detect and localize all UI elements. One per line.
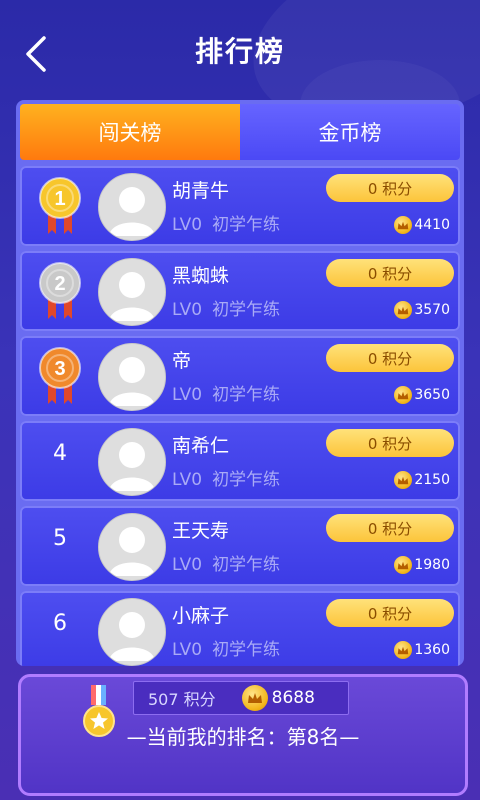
coin-count: 1360 [394, 639, 450, 661]
leaderboard-row[interactable]: 4 南希仁 LV0 初学乍练 0 积分 2150 [20, 421, 460, 501]
coin-value: 2150 [414, 472, 450, 488]
player-level: LV0 初学乍练 [172, 550, 290, 575]
medal-rank: 1 [54, 188, 65, 210]
coin-value: 1980 [414, 557, 450, 573]
coin-icon [394, 386, 413, 404]
leaderboard-panel: 闯关榜 金币榜 1 胡青牛 LV0 初学乍练 0 积分 4410 2 黑蜘蛛 L… [16, 100, 464, 666]
score-badge: 0 积分 [326, 344, 454, 372]
user-avatar-icon [109, 442, 155, 491]
level-title: 初学乍练 [212, 470, 281, 490]
coin-count: 1980 [394, 554, 450, 576]
level-title: 初学乍练 [212, 640, 281, 660]
avatar [98, 598, 166, 666]
tab-bar: 闯关榜 金币榜 [20, 104, 460, 160]
coin-value: 4410 [414, 217, 450, 233]
coin-icon [394, 556, 413, 574]
user-avatar-icon [109, 187, 155, 236]
level-value: LV0 [172, 470, 203, 490]
page-title: 排行榜 [194, 35, 285, 68]
score-badge: 0 积分 [326, 429, 454, 457]
level-title: 初学乍练 [212, 385, 281, 405]
tab-level-ranking[interactable]: 闯关榜 [20, 104, 240, 160]
my-score: 507 积分 [148, 690, 216, 709]
level-value: LV0 [172, 215, 203, 235]
leaderboard-row[interactable]: 5 王天寿 LV0 初学乍练 0 积分 1980 [20, 506, 460, 586]
player-level: LV0 初学乍练 [172, 295, 290, 320]
player-level: LV0 初学乍练 [172, 380, 290, 405]
player-name: 胡青牛 [172, 180, 230, 202]
level-value: LV0 [172, 640, 203, 660]
coin-count: 2150 [394, 469, 450, 491]
leaderboard-row[interactable]: 6 小麻子 LV0 初学乍练 0 积分 1360 [20, 591, 460, 666]
player-level: LV0 初学乍练 [172, 635, 290, 660]
user-avatar-icon [109, 527, 155, 576]
player-name: 小麻子 [172, 605, 230, 627]
player-level: LV0 初学乍练 [172, 210, 290, 235]
user-avatar-icon [109, 272, 155, 321]
score-badge: 0 积分 [326, 599, 454, 627]
coin-count: 3650 [394, 384, 450, 406]
header: 排行榜 [0, 0, 480, 102]
score-badge: 0 积分 [326, 174, 454, 202]
score-badge: 0 积分 [326, 514, 454, 542]
coin-icon [394, 216, 413, 234]
coin-icon [394, 471, 413, 489]
player-name: 帝 [172, 350, 192, 372]
coin-value: 3570 [414, 302, 450, 318]
leaderboard-row[interactable]: 2 黑蜘蛛 LV0 初学乍练 0 积分 3570 [20, 251, 460, 331]
rank-number: 6 [53, 611, 67, 636]
my-rank-panel: 507 积分 8688 —当前我的排名：第8名— [18, 674, 468, 796]
player-name: 南希仁 [172, 435, 230, 457]
gold-medal-icon: 1 [39, 177, 81, 234]
medal-rank: 3 [54, 358, 65, 380]
avatar [98, 258, 166, 326]
user-avatar-icon [109, 357, 155, 406]
avatar [98, 513, 166, 581]
coin-icon [241, 685, 268, 711]
avatar [98, 343, 166, 411]
coin-value: 3650 [414, 387, 450, 403]
rank-number: 4 [53, 441, 67, 466]
player-name: 黑蜘蛛 [172, 265, 230, 287]
user-avatar-icon [109, 612, 155, 661]
coin-count: 3570 [394, 299, 450, 321]
level-title: 初学乍练 [212, 555, 281, 575]
avatar [98, 428, 166, 496]
coin-icon [394, 301, 413, 319]
level-value: LV0 [172, 555, 203, 575]
level-value: LV0 [172, 300, 203, 320]
silver-medal-icon: 2 [39, 262, 81, 319]
level-value: LV0 [172, 385, 203, 405]
level-title: 初学乍练 [212, 215, 281, 235]
avatar [98, 173, 166, 241]
score-badge: 0 积分 [326, 259, 454, 287]
my-coins: 8688 [241, 685, 315, 711]
tab-coin-ranking[interactable]: 金币榜 [240, 104, 460, 160]
player-name: 王天寿 [172, 520, 230, 542]
player-level: LV0 初学乍练 [172, 465, 290, 490]
rank-number: 5 [53, 526, 67, 551]
coin-value: 1360 [414, 642, 450, 658]
bronze-medal-icon: 3 [39, 347, 81, 404]
level-title: 初学乍练 [212, 300, 281, 320]
medal-rank: 2 [54, 273, 65, 295]
my-coins-value: 8688 [271, 688, 315, 708]
leaderboard-row[interactable]: 1 胡青牛 LV0 初学乍练 0 积分 4410 [20, 166, 460, 246]
coin-count: 4410 [394, 214, 450, 236]
coin-icon [394, 641, 413, 659]
my-stats: 507 积分 8688 [133, 681, 349, 715]
my-rank-text: —当前我的排名：第8名— [126, 725, 360, 749]
leaderboard-row[interactable]: 3 帝 LV0 初学乍练 0 积分 3650 [20, 336, 460, 416]
